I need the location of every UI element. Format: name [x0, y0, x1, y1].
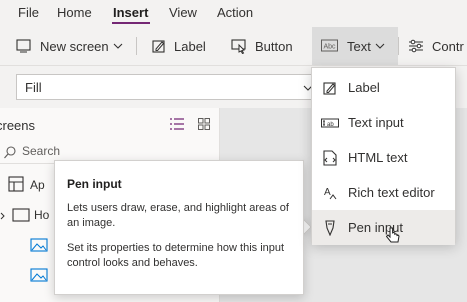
controls-label: Contr — [432, 38, 464, 54]
text-dropdown-button[interactable]: Abc Text — [321, 26, 385, 66]
svg-text:A: A — [324, 187, 331, 198]
menu-item-html-text[interactable]: HTML text — [312, 140, 455, 175]
pen-input-icon — [325, 219, 335, 236]
menu-item-text-input-text: Text input — [348, 115, 404, 130]
text-control-icon: Abc — [321, 39, 338, 52]
tooltip-description: Lets users draw, erase, and highlight ar… — [67, 202, 289, 229]
svg-text:ab: ab — [327, 122, 334, 128]
image-control-icon — [30, 238, 48, 252]
property-dropdown[interactable]: Fill — [16, 74, 316, 100]
controls-icon — [409, 39, 423, 53]
new-screen-button[interactable]: New screen — [16, 26, 123, 66]
label-icon — [323, 81, 336, 95]
button-button[interactable]: Button — [231, 26, 293, 66]
search-placeholder: Search — [22, 144, 61, 158]
chevron-right-icon — [0, 212, 5, 220]
thumbnail-grid-icon[interactable] — [198, 118, 210, 130]
controls-button[interactable]: Contr — [408, 26, 464, 66]
menu-bar: File Home Insert View Action — [0, 0, 467, 26]
tree-item-app-label: Ap — [30, 178, 45, 192]
text-input-icon: ab — [321, 118, 339, 128]
menu-item-label-text: Label — [348, 80, 380, 95]
menu-item-rich-text-editor[interactable]: A Rich text editor — [312, 175, 455, 210]
tree-list-icon[interactable] — [170, 118, 184, 130]
tree-item-home-label: Ho — [34, 208, 50, 222]
button-button-label: Button — [255, 38, 293, 54]
menu-item-html-text-text: HTML text — [348, 150, 408, 165]
menu-item-text-input[interactable]: ab Text input — [312, 105, 455, 140]
label-button-label: Label — [174, 38, 206, 54]
ribbon-divider — [136, 37, 137, 55]
property-value: Fill — [25, 80, 42, 95]
tooltip-hint: Set its properties to determine how this… — [67, 242, 285, 269]
text-controls-menu: Label ab Text input HTML text A Rich tex… — [311, 67, 456, 245]
menu-action[interactable]: Action — [217, 5, 253, 20]
text-dropdown-label: Text — [347, 38, 371, 54]
menu-view[interactable]: View — [169, 5, 197, 20]
rich-text-editor-icon: A — [324, 187, 337, 199]
mouse-cursor-icon — [386, 227, 400, 243]
ribbon: New screen Label Button Abc Text Contr — [0, 26, 467, 66]
app-icon — [8, 176, 24, 192]
label-icon — [152, 40, 165, 53]
image-control-icon — [30, 268, 48, 282]
search-icon — [4, 146, 16, 159]
menu-home[interactable]: Home — [57, 5, 92, 20]
menu-item-rich-text-editor-text: Rich text editor — [348, 185, 435, 200]
menu-item-pen-input[interactable]: Pen input — [312, 210, 455, 245]
button-icon — [231, 39, 246, 54]
ribbon-divider — [398, 37, 399, 55]
new-screen-icon — [16, 39, 31, 53]
control-tooltip: Pen input Lets users draw, erase, and hi… — [54, 160, 304, 295]
menu-file[interactable]: File — [18, 5, 39, 20]
active-tab-indicator — [112, 22, 150, 24]
html-text-icon — [323, 149, 337, 166]
svg-text:Abc: Abc — [324, 44, 337, 51]
menu-item-label[interactable]: Label — [312, 70, 455, 105]
new-screen-label: New screen — [40, 38, 109, 54]
tooltip-title: Pen input — [67, 177, 122, 191]
screen-icon — [12, 208, 30, 222]
panel-title: creens — [0, 118, 36, 133]
chevron-down-icon — [375, 43, 385, 49]
label-button[interactable]: Label — [152, 26, 206, 66]
chevron-down-icon — [113, 43, 123, 49]
menu-insert[interactable]: Insert — [113, 5, 148, 20]
